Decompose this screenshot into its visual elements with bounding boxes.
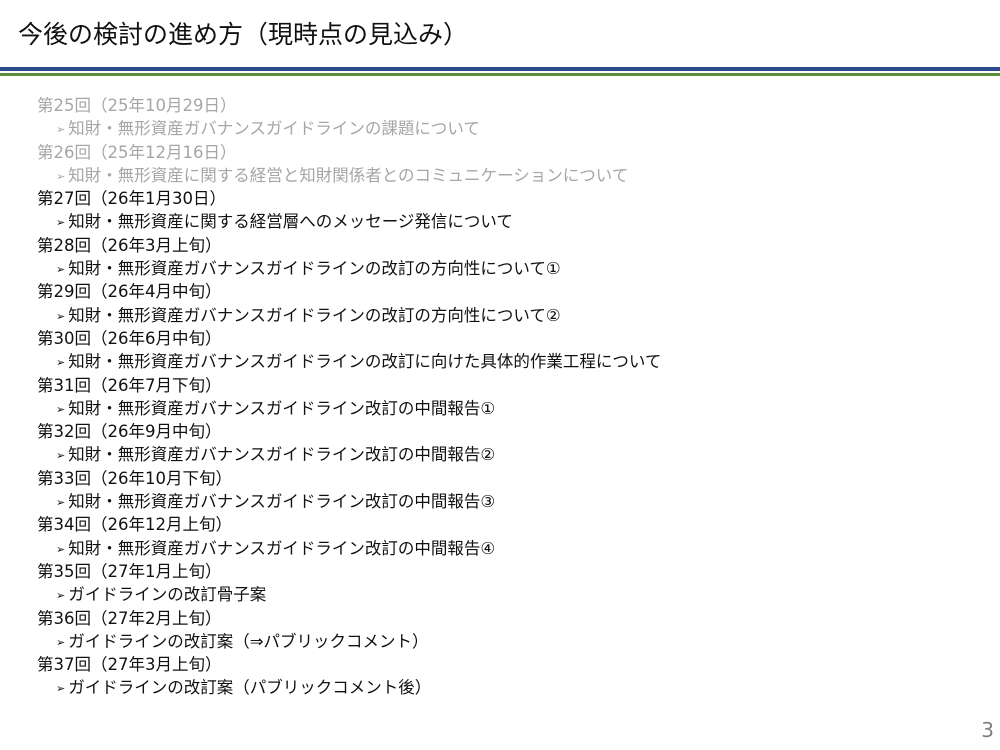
meeting-item: 第25回（25年10月29日） ➢ 知財・無形資産ガバナンスガイドラインの課題につい… <box>37 94 967 141</box>
meeting-topic: ➢ 知財・無形資産に関する経営と知財関係者とのコミュニケーションについて <box>37 164 967 187</box>
meeting-item: 第35回（27年1月上旬） ➢ ガイドラインの改訂骨子案 <box>37 560 967 607</box>
meeting-title: 第33回（26年10月下旬） <box>37 468 232 488</box>
meeting-item: 第34回（26年12月上旬） ➢ 知財・無形資産ガバナンスガイドライン改訂の中間報告… <box>37 513 967 560</box>
meeting-topic-text: ガイドラインの改訂案（⇒パブリックコメント） <box>68 631 429 651</box>
meeting-item: 第29回（26年4月中旬） ➢ 知財・無形資産ガバナンスガイドラインの改訂の方向性に… <box>37 280 967 327</box>
meeting-topic: ➢ ガイドラインの改訂案（パブリックコメント後） <box>37 676 967 699</box>
meeting-topic-text: 知財・無形資産ガバナンスガイドラインの改訂の方向性について① <box>68 259 561 279</box>
meeting-title: 第27回（26年1月30日） <box>37 189 226 209</box>
meeting-topic-text: 知財・無形資産ガバナンスガイドラインの改訂の方向性について② <box>68 305 561 325</box>
slide-title: 今後の検討の進め方（現時点の見込み） <box>18 20 469 49</box>
meeting-title: 第28回（26年3月上旬） <box>37 235 222 255</box>
arrow-bullet-icon: ➢ <box>56 356 66 370</box>
meeting-topic-text: 知財・無形資産ガバナンスガイドラインの改訂に向けた具体的作業工程について <box>68 352 662 372</box>
arrow-bullet-icon: ➢ <box>56 402 66 416</box>
title-rule-primary <box>0 67 1000 71</box>
arrow-bullet-icon: ➢ <box>56 682 66 696</box>
meeting-title: 第26回（25年12月16日） <box>37 142 237 162</box>
meeting-title: 第31回（26年7月下旬） <box>37 375 222 395</box>
meeting-title: 第25回（25年10月29日） <box>37 96 237 115</box>
meeting-item: 第30回（26年6月中旬） ➢ 知財・無形資産ガバナンスガイドラインの改訂に向けた具… <box>37 327 967 374</box>
meeting-topic-text: 知財・無形資産ガバナンスガイドライン改訂の中間報告① <box>68 398 496 418</box>
meeting-topic: ➢ 知財・無形資産ガバナンスガイドライン改訂の中間報告④ <box>37 537 967 560</box>
meeting-item: 第36回（27年2月上旬） ➢ ガイドラインの改訂案（⇒パブリックコメント） <box>37 607 967 654</box>
meeting-topic: ➢ 知財・無形資産に関する経営層へのメッセージ発信について <box>37 210 967 233</box>
arrow-bullet-icon: ➢ <box>56 309 66 323</box>
meeting-item: 第37回（27年3月上旬） ➢ ガイドラインの改訂案（パブリックコメント後） <box>37 653 967 700</box>
meeting-topic: ➢ 知財・無形資産ガバナンスガイドラインの課題について <box>37 117 967 140</box>
meeting-topic: ➢ 知財・無形資産ガバナンスガイドラインの改訂に向けた具体的作業工程について <box>37 350 967 373</box>
meeting-topic-text: 知財・無形資産ガバナンスガイドライン改訂の中間報告② <box>68 445 496 465</box>
arrow-bullet-icon: ➢ <box>56 449 66 463</box>
meeting-title: 第36回（27年2月上旬） <box>37 608 222 628</box>
meeting-topic: ➢ 知財・無形資産ガバナンスガイドライン改訂の中間報告① <box>37 397 967 420</box>
title-rule-secondary <box>0 73 1000 76</box>
meeting-topic: ➢ 知財・無形資産ガバナンスガイドラインの改訂の方向性について① <box>37 257 967 280</box>
meeting-topic-text: ガイドラインの改訂案（パブリックコメント後） <box>68 678 432 698</box>
meeting-topic-text: 知財・無形資産ガバナンスガイドラインの課題について <box>68 119 480 139</box>
arrow-bullet-icon: ➢ <box>56 496 66 510</box>
meeting-topic: ➢ ガイドラインの改訂骨子案 <box>37 583 967 606</box>
meeting-topic-text: 知財・無形資産に関する経営と知財関係者とのコミュニケーションについて <box>68 165 629 185</box>
meeting-schedule-list: 第25回（25年10月29日） ➢ 知財・無形資産ガバナンスガイドラインの課題につい… <box>37 94 967 700</box>
meeting-topic-text: 知財・無形資産に関する経営層へのメッセージ発信について <box>68 212 513 232</box>
page-number: 3 <box>981 718 994 742</box>
meeting-title: 第37回（27年3月上旬） <box>37 655 222 675</box>
meeting-topic: ➢ 知財・無形資産ガバナンスガイドラインの改訂の方向性について② <box>37 304 967 327</box>
arrow-bullet-icon: ➢ <box>56 589 66 603</box>
meeting-item: 第32回（26年9月中旬） ➢ 知財・無形資産ガバナンスガイドライン改訂の中間報告② <box>37 420 967 467</box>
meeting-topic: ➢ 知財・無形資産ガバナンスガイドライン改訂の中間報告③ <box>37 490 967 513</box>
meeting-topic-text: 知財・無形資産ガバナンスガイドライン改訂の中間報告④ <box>68 538 496 558</box>
arrow-bullet-icon: ➢ <box>56 216 66 230</box>
arrow-bullet-icon: ➢ <box>56 169 66 183</box>
meeting-topic-text: ガイドラインの改訂骨子案 <box>68 585 267 605</box>
meeting-topic-text: 知財・無形資産ガバナンスガイドライン改訂の中間報告③ <box>68 492 496 512</box>
meeting-topic: ➢ ガイドラインの改訂案（⇒パブリックコメント） <box>37 630 967 653</box>
meeting-item: 第27回（26年1月30日） ➢ 知財・無形資産に関する経営層へのメッセージ発信につ… <box>37 187 967 234</box>
arrow-bullet-icon: ➢ <box>56 123 66 137</box>
meeting-title: 第29回（26年4月中旬） <box>37 282 222 302</box>
meeting-item: 第31回（26年7月下旬） ➢ 知財・無形資産ガバナンスガイドライン改訂の中間報告① <box>37 374 967 421</box>
meeting-item: 第28回（26年3月上旬） ➢ 知財・無形資産ガバナンスガイドラインの改訂の方向性に… <box>37 234 967 281</box>
arrow-bullet-icon: ➢ <box>56 635 66 649</box>
meeting-title: 第32回（26年9月中旬） <box>37 422 222 442</box>
meeting-item: 第26回（25年12月16日） ➢ 知財・無形資産に関する経営と知財関係者とのコミュ… <box>37 141 967 188</box>
meeting-title: 第30回（26年6月中旬） <box>37 328 222 348</box>
meeting-title: 第34回（26年12月上旬） <box>37 515 232 535</box>
meeting-topic: ➢ 知財・無形資産ガバナンスガイドライン改訂の中間報告② <box>37 443 967 466</box>
meeting-title: 第35回（27年1月上旬） <box>37 561 222 581</box>
arrow-bullet-icon: ➢ <box>56 263 66 277</box>
meeting-item: 第33回（26年10月下旬） ➢ 知財・無形資産ガバナンスガイドライン改訂の中間報告… <box>37 467 967 514</box>
arrow-bullet-icon: ➢ <box>56 542 66 556</box>
